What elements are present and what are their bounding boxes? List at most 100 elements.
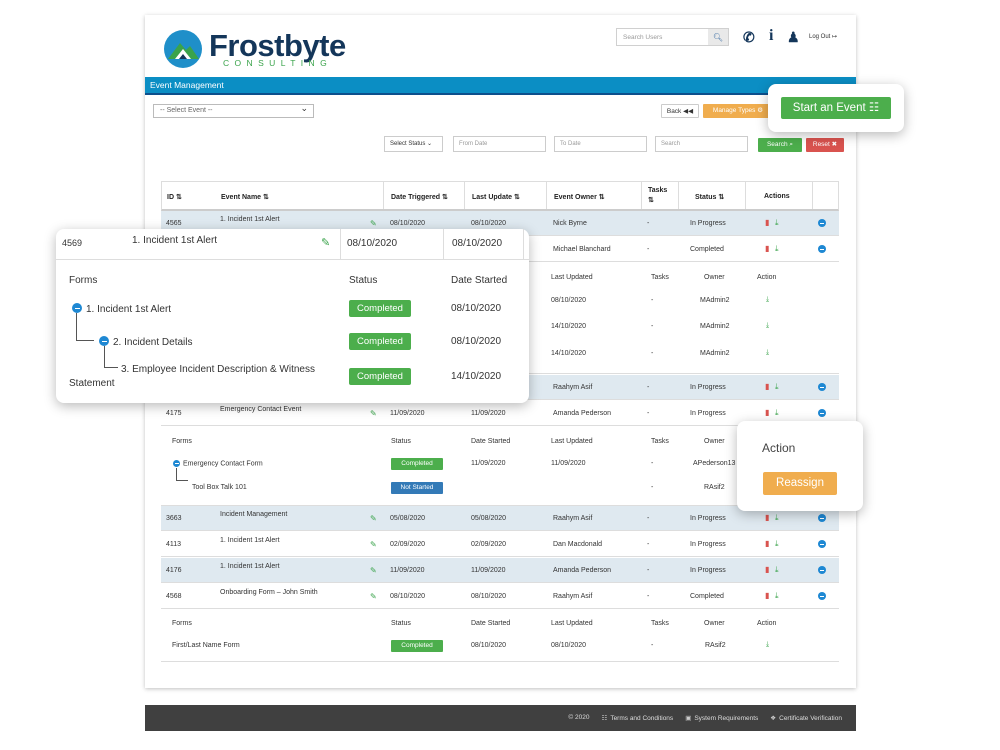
- col-header-date-triggered[interactable]: Date Triggered ⇅: [391, 193, 448, 201]
- pencil-icon[interactable]: ✎: [370, 592, 377, 601]
- table-row[interactable]: 4176 1. Incident 1st Alert ✎ 11/09/2020 …: [161, 558, 839, 583]
- expand-toggle-icon[interactable]: [818, 540, 826, 548]
- download-icon[interactable]: ⤓: [775, 408, 779, 418]
- expand-toggle-icon[interactable]: [818, 592, 826, 600]
- collapse-icon[interactable]: [72, 303, 82, 313]
- col-header-last-update[interactable]: Last Update ⇅: [472, 193, 520, 201]
- certificate-link[interactable]: ❖ Certificate Verification: [770, 714, 842, 722]
- logo[interactable]: Frostbyte CONSULTING: [163, 29, 346, 69]
- trash-icon[interactable]: ▮: [765, 218, 769, 227]
- download-icon[interactable]: ⤓: [766, 641, 769, 649]
- download-icon[interactable]: ⤓: [766, 296, 769, 304]
- col-header-status[interactable]: Status ⇅: [695, 193, 724, 201]
- row-id: 3663: [166, 515, 182, 522]
- phone-icon[interactable]: ✆: [743, 29, 755, 46]
- download-icon[interactable]: ⤓: [775, 591, 779, 601]
- table-row[interactable]: 4113 1. Incident 1st Alert ✎ 02/09/2020 …: [161, 532, 839, 557]
- table-row[interactable]: 4568 Onboarding Form – John Smith ✎ 08/1…: [161, 584, 839, 609]
- pencil-icon[interactable]: ✎: [370, 540, 377, 549]
- events-table-header: ID ⇅ Event Name ⇅ Date Triggered ⇅ Last …: [161, 181, 839, 211]
- expand-toggle-icon[interactable]: [818, 245, 826, 253]
- table-row[interactable]: 3663 Incident Management ✎ 05/08/2020 05…: [161, 506, 839, 531]
- download-icon[interactable]: ⤓: [775, 382, 779, 392]
- search-button[interactable]: Search ⌕: [758, 138, 802, 152]
- monitor-icon: ▣: [685, 715, 692, 722]
- from-date-input[interactable]: From Date: [453, 136, 546, 152]
- sub-last-updated: 11/09/2020: [551, 460, 586, 467]
- zoom-col-forms: Forms: [69, 275, 98, 286]
- download-icon[interactable]: ⤓: [775, 539, 779, 549]
- trash-icon[interactable]: ▮: [765, 382, 769, 391]
- row-last-update: 02/09/2020: [471, 541, 507, 548]
- trash-icon[interactable]: ▮: [765, 513, 769, 522]
- row-status: In Progress: [690, 567, 726, 574]
- download-icon[interactable]: ⤓: [766, 322, 769, 330]
- status-badge: Not Started: [391, 482, 443, 494]
- row-event-name: Onboarding Form – John Smith: [220, 589, 318, 596]
- expand-toggle-icon[interactable]: [818, 219, 826, 227]
- row-id: 4176: [166, 567, 182, 574]
- col-header-tasks[interactable]: Tasks ⇅: [648, 186, 668, 206]
- pencil-icon[interactable]: ✎: [370, 514, 377, 523]
- sub-col-last-updated: Last Updated: [551, 274, 593, 281]
- sub-col-forms: Forms: [172, 620, 192, 627]
- download-icon[interactable]: ⤓: [775, 218, 779, 228]
- table-row[interactable]: 4175 Emergency Contact Event ✎ 11/09/202…: [161, 401, 839, 426]
- search-icon: ⌕: [789, 141, 794, 148]
- expand-toggle-icon[interactable]: [818, 514, 826, 522]
- reassign-button[interactable]: Reassign: [763, 472, 837, 495]
- footer: © 2020 ☷ Terms and Conditions ▣ System Req…: [145, 705, 856, 731]
- download-icon[interactable]: ⤓: [775, 244, 779, 254]
- trash-icon[interactable]: ▮: [765, 408, 769, 417]
- search-users-input[interactable]: Search Users 🔍︎: [616, 28, 729, 46]
- pencil-icon[interactable]: ✎: [370, 409, 377, 418]
- sub-form-name[interactable]: First/Last Name Form: [172, 642, 240, 649]
- select-event-dropdown[interactable]: -- Select Event --: [153, 102, 314, 118]
- search-events-input[interactable]: Search: [655, 136, 748, 152]
- row-event-name: 1. Incident 1st Alert: [220, 216, 280, 223]
- user-icon[interactable]: ♟: [787, 29, 800, 46]
- row-id: 4565: [166, 220, 182, 227]
- pencil-icon[interactable]: ✎: [370, 566, 377, 575]
- col-header-event-name[interactable]: Event Name ⇅: [221, 193, 269, 201]
- status-filter-select[interactable]: Select Status ⌄: [384, 136, 443, 152]
- trash-icon[interactable]: ▮: [765, 244, 769, 253]
- search-icon[interactable]: 🔍︎: [708, 29, 728, 45]
- col-header-event-owner[interactable]: Event Owner ⇅: [554, 193, 605, 201]
- row-last-update: 11/09/2020: [471, 410, 506, 417]
- status-badge: Completed: [349, 368, 411, 385]
- expand-toggle-icon[interactable]: [818, 409, 826, 417]
- reset-button[interactable]: Reset ✖: [806, 138, 844, 152]
- pencil-icon[interactable]: ✎: [321, 236, 330, 249]
- expand-toggle-icon[interactable]: [818, 383, 826, 391]
- download-icon[interactable]: ⤓: [775, 565, 779, 575]
- expand-toggle-icon[interactable]: [818, 566, 826, 574]
- certificate-icon: ❖: [770, 715, 777, 722]
- row-status: In Progress: [690, 384, 726, 391]
- trash-icon[interactable]: ▮: [765, 539, 769, 548]
- row-tasks: -: [647, 220, 650, 227]
- terms-link[interactable]: ☷ Terms and Conditions: [601, 714, 673, 722]
- sub-form-name[interactable]: Tool Box Talk 101: [192, 484, 247, 491]
- trash-icon[interactable]: ▮: [765, 591, 769, 600]
- logout-link[interactable]: Log Out ↦: [809, 33, 837, 40]
- collapse-icon[interactable]: [173, 460, 180, 467]
- back-button[interactable]: Back ◀◀: [661, 104, 699, 118]
- sub-form-name[interactable]: Emergency Contact Form: [173, 460, 263, 467]
- pencil-icon[interactable]: ✎: [370, 219, 377, 228]
- trash-icon[interactable]: ▮: [765, 565, 769, 574]
- zoom-col-date-started: Date Started: [451, 275, 508, 286]
- sub-col-status: Status: [391, 438, 411, 445]
- download-icon[interactable]: ⤓: [775, 513, 779, 523]
- collapse-icon[interactable]: [99, 336, 109, 346]
- requirements-link[interactable]: ▣ System Requirements: [685, 714, 758, 722]
- row-id: 4175: [166, 410, 182, 417]
- download-icon[interactable]: ⤓: [766, 349, 769, 357]
- zoom-form-3[interactable]: 3. Employee Incident Description & Witne…: [121, 364, 315, 375]
- to-date-input[interactable]: To Date: [554, 136, 647, 152]
- status-badge: Completed: [391, 640, 443, 652]
- col-header-id[interactable]: ID ⇅: [167, 193, 182, 201]
- manage-types-button[interactable]: Manage Types ⚙: [703, 104, 773, 118]
- info-icon[interactable]: i: [769, 27, 773, 45]
- start-event-button[interactable]: Start an Event ☷: [781, 97, 891, 119]
